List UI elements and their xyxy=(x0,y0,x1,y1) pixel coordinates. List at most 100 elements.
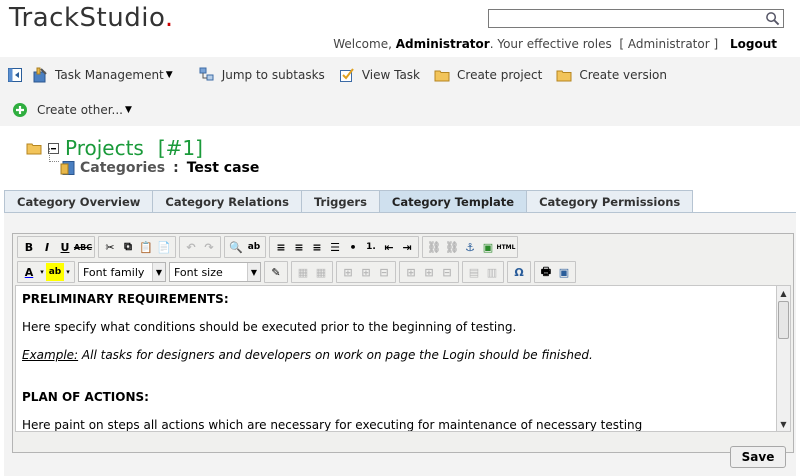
tab-category-permissions[interactable]: Category Permissions xyxy=(526,190,694,213)
task-management-menu[interactable]: Task Management ▼ xyxy=(32,67,173,83)
create-version-label: Create version xyxy=(579,68,667,82)
folder-icon xyxy=(434,70,450,82)
template-panel: B I U ABC ✂ ⧉ 📋 📄 ↶ ↷ 🔍 ab ≡ ≡ ≡ ☰ • 1. … xyxy=(4,213,796,476)
align-left-icon[interactable]: ≡ xyxy=(272,238,290,256)
align-right-icon[interactable]: ≡ xyxy=(308,238,326,256)
edit-css-icon[interactable]: ✎ xyxy=(267,263,285,281)
app-logo[interactable]: TrackStudio. xyxy=(9,3,174,33)
redo-icon[interactable]: ↷ xyxy=(200,238,218,256)
tab-category-template[interactable]: Category Template xyxy=(378,190,528,213)
table-icon[interactable]: ▦ xyxy=(294,263,312,281)
indent-icon[interactable]: ⇥ xyxy=(398,238,416,256)
scroll-down-icon[interactable]: ▼ xyxy=(777,417,790,431)
split-cells-icon[interactable]: ▤ xyxy=(465,263,483,281)
insert-row-after-icon[interactable]: ⊞ xyxy=(357,263,375,281)
delete-row-icon[interactable]: ⊟ xyxy=(375,263,393,281)
jump-to-subtasks-button[interactable]: Jump to subtasks xyxy=(199,67,325,83)
toggle-sidebar-button[interactable] xyxy=(7,67,32,83)
content-heading-plan: PLAN OF ACTIONS: xyxy=(22,390,149,404)
image-icon[interactable]: ▣ xyxy=(479,238,497,256)
bold-button[interactable]: B xyxy=(20,238,38,256)
anchor-icon[interactable]: ⚓ xyxy=(461,238,479,256)
chevron-down-icon[interactable]: ▾ xyxy=(64,263,72,281)
link-icon[interactable]: ⛓ xyxy=(425,238,443,256)
breadcrumb-category: Categories : Test case xyxy=(60,160,259,176)
paste-word-icon[interactable]: 📄 xyxy=(155,238,173,256)
roles-text: . Your effective roles xyxy=(489,37,612,51)
tree-connector xyxy=(49,148,59,162)
unlink-icon[interactable]: ⛓ xyxy=(443,238,461,256)
merge-cells-icon[interactable]: ▥ xyxy=(483,263,501,281)
logout-link[interactable]: Logout xyxy=(730,37,777,51)
chevron-down-icon: ▼ xyxy=(165,70,173,80)
underline-button[interactable]: U xyxy=(56,238,74,256)
numbered-list-icon[interactable]: 1. xyxy=(362,238,380,256)
highlight-color-icon[interactable]: ab xyxy=(46,263,64,281)
font-size-select[interactable]: Font size ▼ xyxy=(169,262,261,282)
chevron-down-icon: ▼ xyxy=(125,105,132,115)
editor-scrollbar[interactable]: ▲ ▼ xyxy=(776,285,791,432)
header: TrackStudio. Welcome, Administrator. You… xyxy=(0,0,800,56)
tab-triggers[interactable]: Triggers xyxy=(300,190,380,213)
breadcrumb: Projects [#1] Categories : Test case xyxy=(0,132,800,184)
jump-to-subtasks-label: Jump to subtasks xyxy=(221,68,325,82)
folder-icon xyxy=(556,70,572,82)
copy-icon[interactable]: ⧉ xyxy=(119,238,137,256)
print-icon[interactable]: 🖶 xyxy=(537,263,555,281)
special-char-icon[interactable]: Ω xyxy=(510,263,528,281)
editor-toolbar-row1: B I U ABC ✂ ⧉ 📋 📄 ↶ ↷ 🔍 ab ≡ ≡ ≡ ☰ • 1. … xyxy=(17,236,521,258)
paste-icon[interactable]: 📋 xyxy=(137,238,155,256)
tab-category-overview[interactable]: Category Overview xyxy=(4,190,154,213)
task-management-icon xyxy=(33,67,47,83)
action-toolbar: Task Management ▼ Jump to subtasks View … xyxy=(0,57,800,126)
font-family-select[interactable]: Font family ▼ xyxy=(78,262,166,282)
scroll-thumb[interactable] xyxy=(778,301,789,339)
save-button[interactable]: Save xyxy=(730,446,786,468)
insert-row-icon[interactable]: ⊞ xyxy=(339,263,357,281)
search-icon[interactable] xyxy=(765,11,780,26)
editor-content[interactable]: PRELIMINARY REQUIREMENTS: Here specify w… xyxy=(15,285,777,432)
task-management-label: Task Management xyxy=(55,68,164,82)
align-justify-icon[interactable]: ☰ xyxy=(326,238,344,256)
fullscreen-icon[interactable]: ▣ xyxy=(555,263,573,281)
scroll-up-icon[interactable]: ▲ xyxy=(777,286,790,300)
search-input[interactable] xyxy=(488,9,784,28)
chevron-down-icon[interactable]: ▾ xyxy=(38,263,46,281)
cut-icon[interactable]: ✂ xyxy=(101,238,119,256)
categories-link[interactable]: Categories xyxy=(80,160,165,176)
text-color-icon[interactable]: A xyxy=(20,263,38,281)
content-heading-requirements: PRELIMINARY REQUIREMENTS: xyxy=(22,292,229,306)
chevron-down-icon: ▼ xyxy=(247,263,260,281)
insert-col-after-icon[interactable]: ⊞ xyxy=(420,263,438,281)
insert-col-icon[interactable]: ⊞ xyxy=(402,263,420,281)
view-task-button[interactable]: View Task xyxy=(339,67,420,83)
tab-category-relations[interactable]: Category Relations xyxy=(152,190,302,213)
html-icon[interactable]: HTML xyxy=(497,238,516,256)
content-example: Example: All tasks for designers and dev… xyxy=(22,348,593,362)
bullet-list-icon[interactable]: • xyxy=(344,238,362,256)
delete-col-icon[interactable]: ⊟ xyxy=(438,263,456,281)
italic-button[interactable]: I xyxy=(38,238,56,256)
replace-icon[interactable]: ab xyxy=(245,238,263,256)
editor-toolbar-row2: A ▾ ab ▾ Font family ▼ Font size ▼ ✎ ▦ ▦… xyxy=(17,261,579,283)
rich-text-editor: B I U ABC ✂ ⧉ 📋 📄 ↶ ↷ 🔍 ab ≡ ≡ ≡ ☰ • 1. … xyxy=(12,233,794,453)
create-version-button[interactable]: Create version xyxy=(556,67,667,83)
tab-bar: Category Overview Category Relations Tri… xyxy=(4,190,694,213)
strikethrough-button[interactable]: ABC xyxy=(74,238,92,256)
projects-link[interactable]: Projects [#1] xyxy=(65,136,203,160)
category-name: Test case xyxy=(186,160,260,176)
add-icon xyxy=(13,103,27,117)
undo-icon[interactable]: ↶ xyxy=(182,238,200,256)
create-other-menu[interactable]: Create other... ▼ xyxy=(12,102,132,118)
align-center-icon[interactable]: ≡ xyxy=(290,238,308,256)
view-task-icon xyxy=(339,68,354,82)
outdent-icon[interactable]: ⇤ xyxy=(380,238,398,256)
content-paragraph: Here paint on steps all actions which ar… xyxy=(22,418,643,432)
create-project-button[interactable]: Create project xyxy=(434,67,542,83)
create-other-label: Create other... xyxy=(37,103,123,117)
table-props-icon[interactable]: ▦ xyxy=(312,263,330,281)
chevron-down-icon: ▼ xyxy=(152,263,165,281)
breadcrumb-separator: : xyxy=(173,160,179,176)
find-icon[interactable]: 🔍 xyxy=(227,238,245,256)
view-task-label: View Task xyxy=(361,68,421,82)
